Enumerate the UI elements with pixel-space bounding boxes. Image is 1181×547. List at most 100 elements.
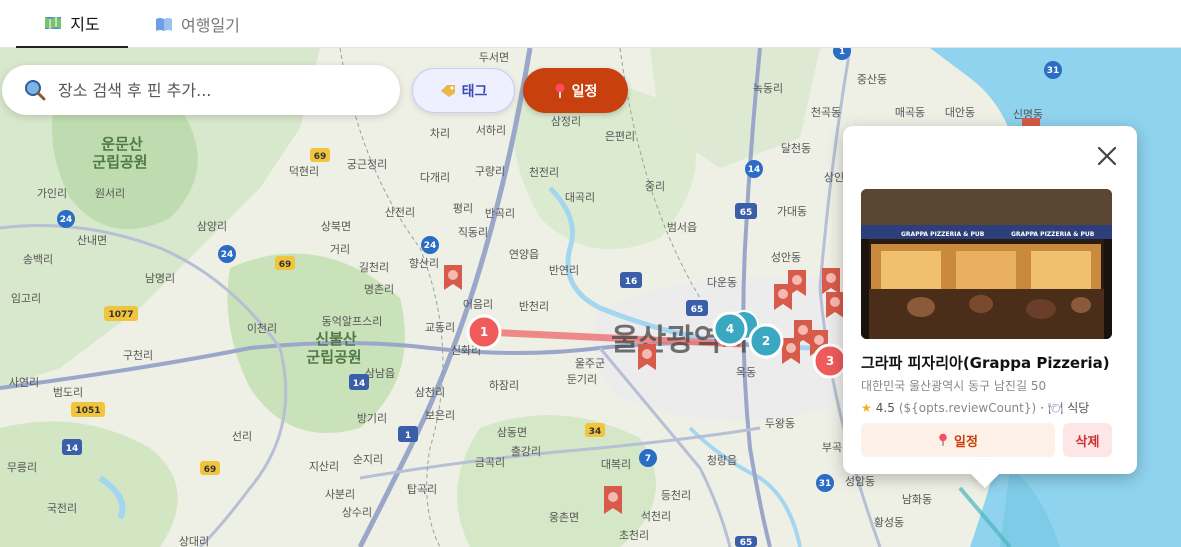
place-label: 중리	[645, 180, 665, 193]
place-label: 범서읍	[667, 221, 697, 234]
schedule-button[interactable]: 일정	[523, 68, 628, 113]
place-label: 삼천리	[415, 385, 445, 399]
search-bar[interactable]	[2, 65, 400, 115]
search-icon	[25, 80, 46, 101]
svg-text:4: 4	[726, 322, 734, 336]
park-label: 군립공원	[92, 153, 147, 171]
place-label: 무릉리	[7, 461, 37, 474]
place-label: 거리	[330, 243, 350, 256]
svg-text:1077: 1077	[108, 310, 133, 320]
place-label: 두서면	[479, 51, 509, 64]
search-input[interactable]	[58, 80, 378, 100]
add-to-schedule-button[interactable]: 일정	[861, 423, 1055, 457]
tag-button[interactable]: 태그	[412, 68, 515, 113]
rating-value: 4.5	[875, 400, 895, 415]
place-label: 향산리	[409, 257, 439, 270]
place-name: 그라파 피자리아(Grappa Pizzeria)	[861, 354, 1110, 372]
pin-icon	[939, 433, 947, 446]
place-label: 차리	[430, 127, 450, 140]
svg-text:24: 24	[221, 250, 234, 260]
place-label: 다개리	[420, 171, 450, 184]
svg-text:1051: 1051	[75, 406, 100, 416]
place-label: 부곡	[822, 441, 842, 454]
place-label: 원서리	[95, 187, 125, 200]
review-count: (${opts.reviewCount})	[898, 400, 1037, 415]
route-shield: 14	[349, 374, 369, 390]
route-shield: 31	[1044, 61, 1062, 79]
place-label: 반곡리	[485, 207, 515, 220]
place-label: 달천동	[781, 141, 811, 155]
place-label: 길천리	[359, 260, 389, 274]
svg-text:31: 31	[1047, 66, 1060, 76]
place-label: 범도리	[53, 386, 83, 399]
place-label: 옥동	[736, 366, 756, 379]
place-label: 두왕동	[765, 417, 795, 430]
place-label: 하잠리	[489, 378, 519, 392]
tag-icon	[440, 84, 455, 97]
star-icon: ★	[861, 400, 872, 415]
close-icon[interactable]	[1097, 146, 1117, 166]
place-label: 상북면	[321, 220, 351, 233]
route-shield: 1077	[104, 306, 138, 321]
place-label: 명촌리	[364, 283, 394, 296]
place-label: 성암동	[845, 475, 875, 488]
svg-text:65: 65	[691, 305, 704, 315]
place-label: 성안동	[771, 251, 801, 264]
place-label: 이천리	[247, 321, 277, 335]
tab-bar: 지도 여행일기	[0, 0, 1181, 48]
place-label: 다운동	[707, 276, 737, 289]
svg-text:69: 69	[279, 260, 292, 270]
place-label: 가대동	[777, 205, 807, 218]
tag-button-label: 태그	[461, 83, 488, 100]
place-label: 은편리	[605, 130, 635, 143]
schedule-button-label: 일정	[571, 83, 598, 100]
svg-text:14: 14	[66, 444, 79, 454]
place-label: 중산동	[857, 73, 887, 86]
place-label: 녹동리	[753, 82, 783, 95]
place-label: 둔기리	[567, 373, 597, 386]
place-label: 궁근정리	[347, 158, 387, 171]
place-meta: ★ 4.5 (${opts.reviewCount}) · 🍽 식당	[861, 399, 1089, 416]
place-label: 석천리	[641, 509, 671, 523]
itinerary-marker-2[interactable]: 2	[748, 323, 784, 359]
route-shield: 24	[421, 236, 439, 254]
meta-separator: ·	[1040, 400, 1045, 415]
place-address: 대한민국 울산광역시 동구 남진길 50	[861, 379, 1047, 393]
route-shield: 34	[585, 423, 605, 437]
svg-text:69: 69	[314, 152, 327, 162]
photo-sign-text: GRAPPA PIZZERIA & PUB	[901, 231, 985, 238]
tab-diary[interactable]: 여행일기	[155, 0, 240, 48]
place-label: 청량읍	[707, 454, 737, 467]
route-shield: 31	[816, 474, 834, 492]
place-label: 대안동	[945, 106, 975, 119]
place-label: 반천리	[519, 299, 549, 313]
svg-text:31: 31	[819, 479, 832, 489]
place-label: 보은리	[425, 409, 455, 422]
place-label: 반연리	[549, 264, 579, 277]
place-label: 출강리	[511, 445, 541, 458]
tab-map[interactable]: 지도	[16, 0, 128, 48]
route-shield: 1	[398, 426, 418, 442]
svg-text:65: 65	[740, 208, 753, 218]
place-label: 평리	[453, 202, 473, 215]
place-label: 삼양리	[197, 220, 227, 233]
place-label: 금곡리	[475, 456, 505, 469]
place-popup: GRAPPA PIZZERIA & PUB GRAPPA PIZZERIA & …	[843, 126, 1137, 489]
park-label: 군립공원	[306, 348, 361, 366]
place-label: 선리	[232, 430, 252, 443]
route-shield: 7	[639, 449, 657, 467]
place-label: 초천리	[619, 528, 649, 542]
itinerary-marker-3[interactable]: 3	[812, 343, 848, 379]
place-label: 대곡리	[565, 191, 595, 204]
place-label: 구천리	[123, 348, 153, 362]
place-label: 순지리	[353, 453, 383, 466]
tab-map-label: 지도	[70, 15, 100, 34]
restaurant-icon: 🍽	[1048, 400, 1064, 415]
place-label: 임고리	[11, 292, 41, 305]
place-label: 삼남읍	[365, 367, 395, 380]
itinerary-marker-1[interactable]: 1	[466, 314, 502, 350]
svg-text:24: 24	[60, 215, 73, 225]
delete-button[interactable]: 삭제	[1063, 423, 1112, 457]
tab-diary-label: 여행일기	[181, 16, 240, 35]
place-label: 웅촌면	[549, 511, 579, 524]
